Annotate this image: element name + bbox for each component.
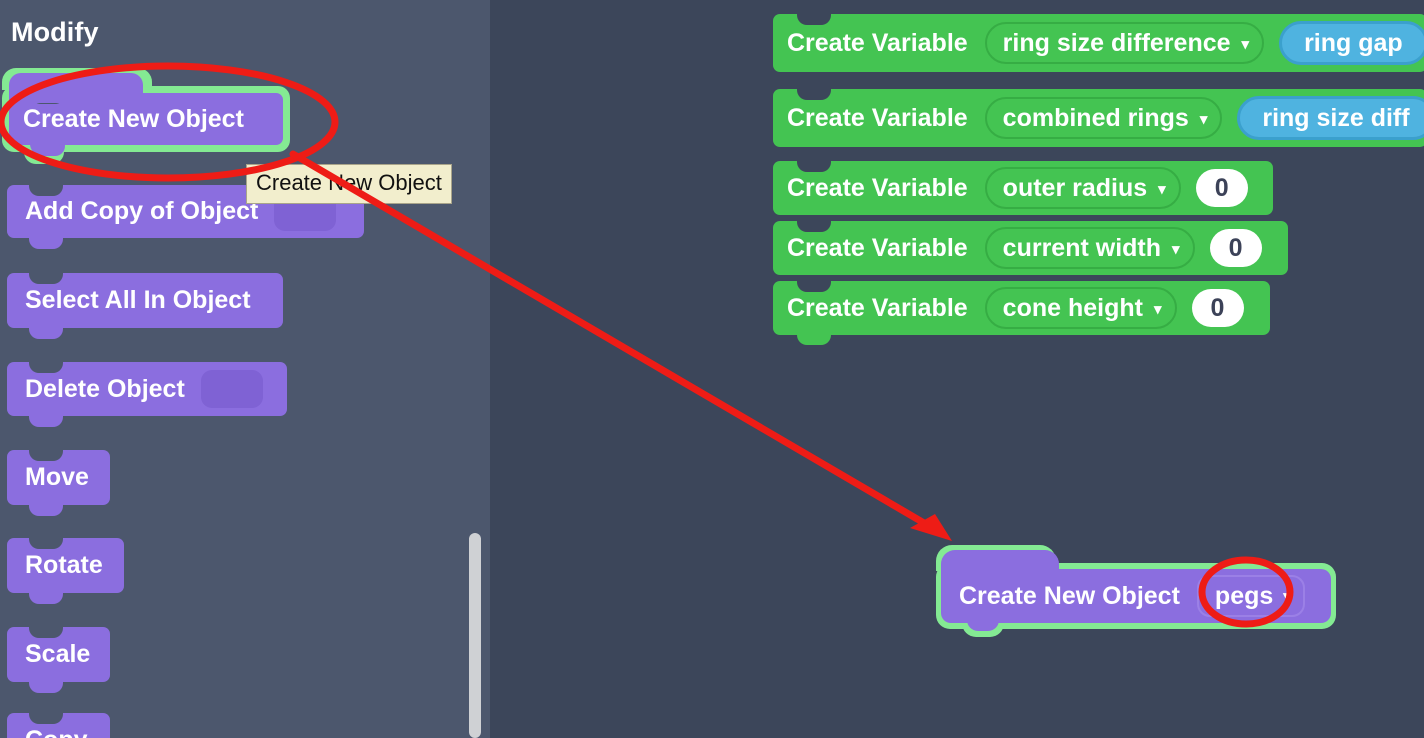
- variable-dropdown[interactable]: current width ▾: [985, 227, 1195, 269]
- tooltip: Create New Object: [246, 164, 452, 204]
- block-create-variable[interactable]: Create Variable ring size difference ▾ r…: [773, 14, 1424, 72]
- block-label: Create Variable: [787, 104, 968, 133]
- sidebar-item-label: Add Copy of Object: [25, 197, 258, 226]
- sidebar-item-label: Rotate: [25, 551, 103, 580]
- block-label: Create Variable: [787, 29, 968, 58]
- block-bottom-nub: [30, 140, 60, 154]
- block-bottom-nub: [967, 617, 999, 631]
- sidebar-item-move[interactable]: Move: [7, 450, 110, 505]
- block-label: Create Variable: [787, 174, 968, 203]
- script-canvas[interactable]: Create Variable ring size difference ▾ r…: [490, 0, 1424, 738]
- block-label: Create Variable: [787, 234, 968, 263]
- variable-dropdown-value: ring size difference: [1003, 29, 1231, 58]
- variable-reference-label: ring size diff: [1262, 104, 1409, 133]
- block-top-tab: [9, 73, 143, 103]
- block-create-variable[interactable]: Create Variable combined rings ▾ ring si…: [773, 89, 1424, 147]
- sidebar-item-label: Select All In Object: [25, 286, 251, 315]
- sidebar-item-label: Create New Object: [23, 105, 244, 134]
- sidebar-item-label: Copy: [25, 726, 88, 738]
- page-title: Modify: [11, 17, 99, 48]
- chevron-down-icon: ▾: [1172, 242, 1180, 257]
- sidebar-item-create-new-object[interactable]: Create New Object: [2, 68, 292, 164]
- variable-reference[interactable]: ring size diff: [1237, 96, 1424, 140]
- chevron-down-icon: ▾: [1154, 302, 1162, 317]
- variable-dropdown-value: current width: [1003, 234, 1161, 263]
- sidebar-item-scale[interactable]: Scale: [7, 627, 110, 682]
- sidebar-scrollbar-thumb[interactable]: [469, 533, 481, 738]
- block-palette-sidebar: Modify Create New Object Add Copy of Obj…: [0, 0, 490, 738]
- object-slot[interactable]: [201, 370, 263, 408]
- sidebar-scrollbar[interactable]: [469, 0, 481, 738]
- sidebar-item-copy[interactable]: Copy: [7, 713, 110, 738]
- sidebar-item-label: Move: [25, 463, 89, 492]
- sidebar-item-rotate[interactable]: Rotate: [7, 538, 124, 593]
- variable-dropdown-value: combined rings: [1003, 104, 1189, 133]
- chevron-down-icon: ▾: [1158, 182, 1166, 197]
- variable-dropdown[interactable]: outer radius ▾: [985, 167, 1181, 209]
- chevron-down-icon: ▾: [1283, 589, 1291, 604]
- block-create-new-object-instance[interactable]: Create New Object pegs ▾: [936, 545, 1336, 637]
- number-input[interactable]: 0: [1192, 289, 1244, 327]
- sidebar-item-delete-object[interactable]: Delete Object: [7, 362, 287, 416]
- block-label: Create Variable: [787, 294, 968, 323]
- sidebar-item-label: Delete Object: [25, 375, 185, 404]
- block-create-variable[interactable]: Create Variable outer radius ▾ 0: [773, 161, 1273, 215]
- app-root: Modify Create New Object Add Copy of Obj…: [0, 0, 1424, 738]
- number-input[interactable]: 0: [1196, 169, 1248, 207]
- object-dropdown-value: pegs: [1215, 582, 1273, 611]
- block-bottom-nub: [797, 333, 831, 345]
- number-input-value: 0: [1229, 234, 1243, 263]
- number-input-value: 0: [1215, 174, 1229, 203]
- block-body[interactable]: Create New Object pegs ▾: [941, 569, 1331, 623]
- number-input[interactable]: 0: [1210, 229, 1262, 267]
- variable-dropdown-value: cone height: [1003, 294, 1143, 323]
- chevron-down-icon: ▾: [1200, 112, 1208, 127]
- block-create-variable[interactable]: Create Variable cone height ▾ 0: [773, 281, 1270, 335]
- block-create-variable[interactable]: Create Variable current width ▾ 0: [773, 221, 1288, 275]
- sidebar-item-label: Scale: [25, 640, 90, 669]
- variable-reference[interactable]: ring gap: [1279, 21, 1424, 65]
- tooltip-text: Create New Object: [256, 170, 442, 195]
- variable-dropdown[interactable]: combined rings ▾: [985, 97, 1223, 139]
- variable-dropdown[interactable]: cone height ▾: [985, 287, 1177, 329]
- block-label: Create New Object: [959, 582, 1180, 611]
- object-dropdown[interactable]: pegs ▾: [1197, 575, 1305, 617]
- chevron-down-icon: ▾: [1242, 37, 1250, 52]
- sidebar-item-select-all-in-object[interactable]: Select All In Object: [7, 273, 283, 328]
- variable-reference-label: ring gap: [1304, 29, 1403, 58]
- number-input-value: 0: [1211, 294, 1225, 323]
- variable-dropdown-value: outer radius: [1003, 174, 1147, 203]
- variable-dropdown[interactable]: ring size difference ▾: [985, 22, 1264, 64]
